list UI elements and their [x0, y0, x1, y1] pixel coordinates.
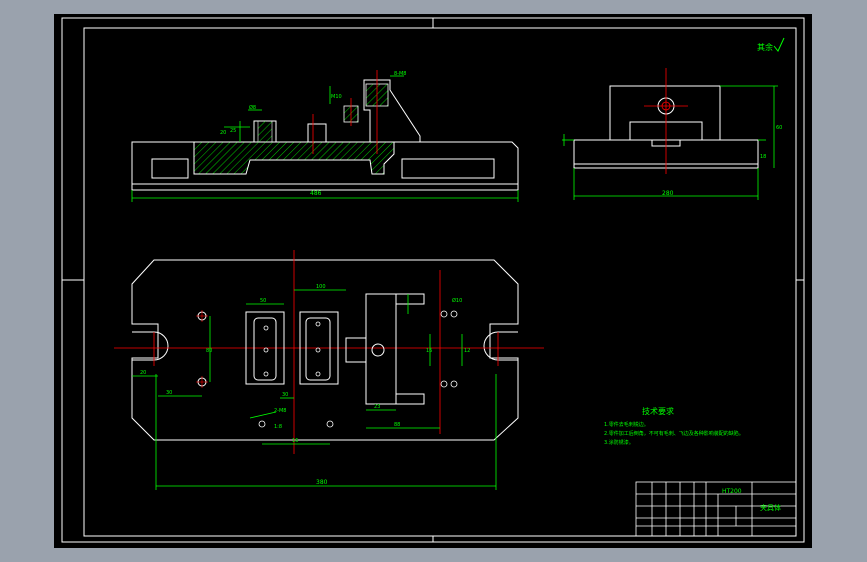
title-block-drawing-name: 夹具体: [760, 503, 781, 512]
front-overall-dim: 486: [310, 190, 322, 197]
plan-dim-5: Ø10: [452, 297, 462, 304]
side-dim-0: 60: [776, 125, 782, 131]
plan-dim-9: 88: [394, 422, 400, 428]
side-view: 280 60 18: [562, 68, 782, 200]
front-dim-4: 20: [220, 130, 226, 136]
plan-dim-8: 23: [374, 404, 380, 410]
plan-overall-dim: 380: [316, 479, 328, 486]
roughness-symbol-icon: [773, 37, 785, 52]
plan-dim-2: 80: [206, 348, 212, 354]
plan-dim-13: 16: [292, 438, 298, 444]
drawing-canvas: 其余 486 8-M8 M10 Ø8 25 20 280 60 18 380 2…: [61, 17, 805, 543]
front-dim-1: M10: [331, 94, 342, 100]
notes-title: 技术要求: [642, 406, 674, 416]
technical-notes: 技术要求 1.零件去毛刺锐边。 2.零件加工后倒角，不可有毛刺、飞边及各种影响装…: [604, 406, 744, 446]
plan-dim-4: 50: [260, 298, 266, 304]
notes-item-2: 2.零件加工后倒角，不可有毛刺、飞边及各种影响装配的缺陷。: [604, 430, 744, 437]
front-dim-3: 25: [230, 128, 236, 134]
frame-ticks: [62, 18, 804, 542]
sheet-border: [61, 17, 805, 543]
side-dim-1: 18: [760, 154, 766, 160]
notes-item-1: 1.零件去毛刺锐边。: [604, 421, 649, 428]
plan-view: 380 20 30 80 100 50 Ø10 16 12 23 88 30 2…: [114, 250, 544, 490]
cad-viewport[interactable]: 其余 486 8-M8 M10 Ø8 25 20 280 60 18 380 2…: [54, 14, 812, 548]
front-dim-2: Ø8: [249, 104, 256, 111]
notes-item-3: 3.涂防锈漆。: [604, 439, 634, 446]
front-view: 486 8-M8 M10 Ø8 25 20: [131, 70, 519, 202]
plan-dim-0: 20: [140, 370, 146, 376]
plan-dim-7: 12: [464, 348, 470, 354]
plan-dim-11: 2-M8: [274, 408, 286, 414]
plan-dim-10: 30: [282, 392, 288, 398]
plan-dim-3: 100: [316, 284, 326, 290]
plan-dim-6: 16: [426, 348, 432, 354]
title-block-material: HT200: [722, 488, 742, 495]
side-overall-dim: 280: [662, 190, 674, 197]
front-dim-0: 8-M8: [394, 71, 406, 77]
plan-dim-1: 30: [166, 390, 172, 396]
roughness-note: 其余: [757, 42, 773, 52]
plan-dim-12: 1:8: [274, 424, 282, 430]
